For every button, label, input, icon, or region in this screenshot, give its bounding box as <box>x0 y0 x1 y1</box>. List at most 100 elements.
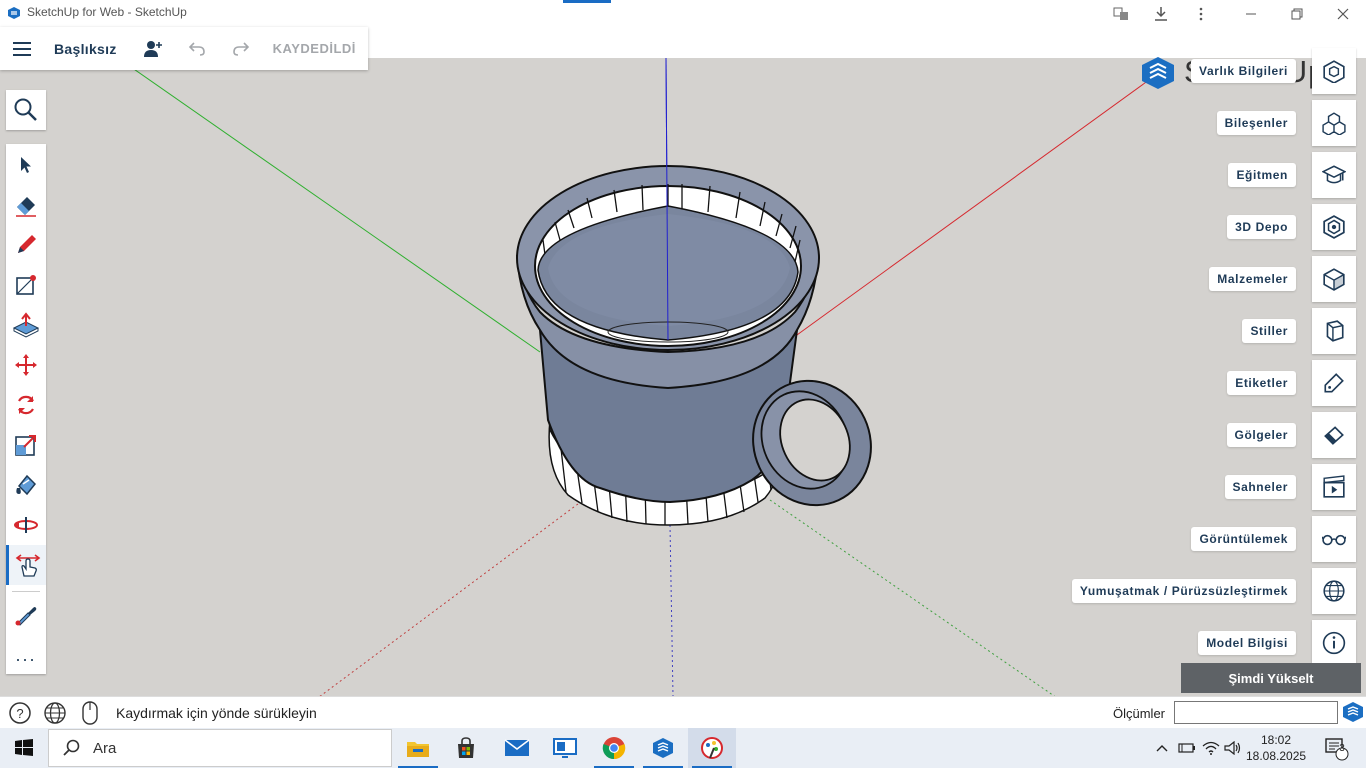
green-axis <box>117 58 541 353</box>
more-tools-button[interactable]: ... <box>6 635 46 675</box>
taskbar-clock[interactable]: 18:02 18.08.2025 <box>1246 732 1306 764</box>
instructor-icon[interactable] <box>1312 152 1356 198</box>
tray-expand-icon[interactable] <box>1152 728 1172 768</box>
taskbar-search-box[interactable]: Ara <box>48 729 392 767</box>
measurements-input[interactable] <box>1174 701 1338 724</box>
store-icon[interactable] <box>442 728 490 768</box>
share-user-icon[interactable] <box>131 27 175 70</box>
panel-row-warehouse[interactable]: 3D Depo <box>1227 204 1356 250</box>
panel-row-components[interactable]: Bileşenler <box>1216 100 1356 146</box>
redo-icon[interactable] <box>219 27 263 70</box>
panel-label[interactable]: Bileşenler <box>1216 111 1296 135</box>
minimize-icon[interactable] <box>1240 3 1262 25</box>
materials-icon[interactable] <box>1312 256 1356 302</box>
more-options-icon[interactable] <box>1190 3 1212 25</box>
soften-icon[interactable] <box>1312 568 1356 614</box>
panel-label[interactable]: Gölgeler <box>1226 423 1296 447</box>
search-icon <box>63 739 80 756</box>
styles-icon[interactable] <box>1312 308 1356 354</box>
document-title[interactable]: Başlıksız <box>54 41 117 57</box>
eyedropper-icon <box>15 607 37 626</box>
translate-icon[interactable] <box>1110 3 1132 25</box>
chrome-icon[interactable] <box>590 728 638 768</box>
move-icon <box>15 354 37 376</box>
mouse-icon[interactable] <box>78 701 102 725</box>
shadows-icon[interactable] <box>1312 412 1356 458</box>
paint-bucket-tool[interactable] <box>6 465 46 505</box>
start-button[interactable] <box>0 728 48 768</box>
windows-logo-icon <box>15 739 33 756</box>
panel-label[interactable]: Model Bilgisi <box>1198 631 1296 655</box>
panel-label[interactable]: Eğitmen <box>1228 163 1296 187</box>
status-hint: Kaydırmak için yönde sürükleyin <box>116 705 317 721</box>
panel-label[interactable]: 3D Depo <box>1227 215 1296 239</box>
panel-row-display[interactable]: Görüntülemek <box>1191 516 1356 562</box>
restore-icon[interactable] <box>1286 3 1308 25</box>
remote-desktop-icon[interactable] <box>541 728 589 768</box>
upgrade-label: Şimdi Yükselt <box>1228 670 1314 686</box>
panel-row-scenes[interactable]: Sahneler <box>1224 464 1356 510</box>
panel-row-instructor[interactable]: Eğitmen <box>1228 152 1356 198</box>
info-icon[interactable] <box>1312 620 1356 666</box>
scale-icon <box>15 435 36 456</box>
tags-icon[interactable] <box>1312 360 1356 406</box>
eyedropper-tool[interactable] <box>6 595 46 635</box>
panel-row-styles[interactable]: Stiller <box>1242 308 1356 354</box>
panel-row-shadows[interactable]: Gölgeler <box>1226 412 1356 458</box>
blue-axis-negative <box>669 524 674 696</box>
wifi-icon[interactable] <box>1200 728 1222 768</box>
pan-tool[interactable] <box>6 545 46 585</box>
tab-indicator <box>563 0 611 3</box>
rectangle-icon <box>16 275 36 295</box>
undo-icon[interactable] <box>175 27 219 70</box>
entity-info-icon[interactable] <box>1312 48 1356 94</box>
sketchup-logo-icon <box>1142 57 1174 89</box>
move-tool[interactable] <box>6 345 46 385</box>
notifications-icon[interactable]: 3 <box>1318 728 1354 768</box>
file-explorer-icon[interactable] <box>394 728 442 768</box>
search-tool-button[interactable] <box>6 90 46 130</box>
panel-row-tags[interactable]: Etiketler <box>1227 360 1356 406</box>
close-icon[interactable] <box>1332 3 1354 25</box>
help-icon[interactable]: ? <box>8 701 32 725</box>
paint-app-icon[interactable] <box>688 728 736 768</box>
warehouse-icon[interactable] <box>1312 204 1356 250</box>
pencil-icon <box>18 235 36 253</box>
orbit-tool[interactable] <box>6 505 46 545</box>
scale-tool[interactable] <box>6 425 46 465</box>
volume-icon[interactable] <box>1222 728 1244 768</box>
panel-label[interactable]: Sahneler <box>1224 475 1296 499</box>
pan-icon <box>15 554 40 577</box>
hamburger-menu-icon[interactable] <box>0 27 44 70</box>
battery-icon[interactable] <box>1176 728 1198 768</box>
eraser-tool[interactable] <box>6 185 46 225</box>
panel-label[interactable]: Yumuşatmak / Pürüzsüzleştirmek <box>1071 579 1296 603</box>
sketchup-taskbar-icon[interactable] <box>639 728 687 768</box>
panel-label[interactable]: Görüntülemek <box>1191 527 1296 551</box>
panel-label[interactable]: Malzemeler <box>1209 267 1296 291</box>
tool-palette: ... <box>6 144 46 674</box>
display-icon[interactable] <box>1312 516 1356 562</box>
components-icon[interactable] <box>1312 100 1356 146</box>
scenes-icon[interactable] <box>1312 464 1356 510</box>
browser-title-bar: SketchUp for Web - SketchUp <box>0 0 1366 27</box>
pencil-tool[interactable] <box>6 225 46 265</box>
panel-row-entity-info[interactable]: Varlık Bilgileri <box>1191 48 1356 94</box>
panel-row-materials[interactable]: Malzemeler <box>1209 256 1356 302</box>
search-icon <box>14 98 37 121</box>
green-axis-negative <box>769 499 1056 696</box>
upgrade-now-button[interactable]: Şimdi Yükselt <box>1181 663 1361 693</box>
panel-row-soften[interactable]: Yumuşatmak / Pürüzsüzleştirmek <box>1071 568 1356 614</box>
panel-label[interactable]: Stiller <box>1242 319 1296 343</box>
push-pull-tool[interactable] <box>6 305 46 345</box>
select-tool[interactable] <box>6 145 46 185</box>
rotate-tool[interactable] <box>6 385 46 425</box>
mail-icon[interactable] <box>493 728 541 768</box>
panel-label[interactable]: Etiketler <box>1227 371 1296 395</box>
language-globe-icon[interactable] <box>43 701 67 725</box>
panel-label[interactable]: Varlık Bilgileri <box>1191 59 1296 83</box>
rectangle-tool[interactable] <box>6 265 46 305</box>
panel-row-info[interactable]: Model Bilgisi <box>1198 620 1356 666</box>
download-icon[interactable] <box>1150 3 1172 25</box>
sketchup-logo-icon <box>8 7 20 19</box>
